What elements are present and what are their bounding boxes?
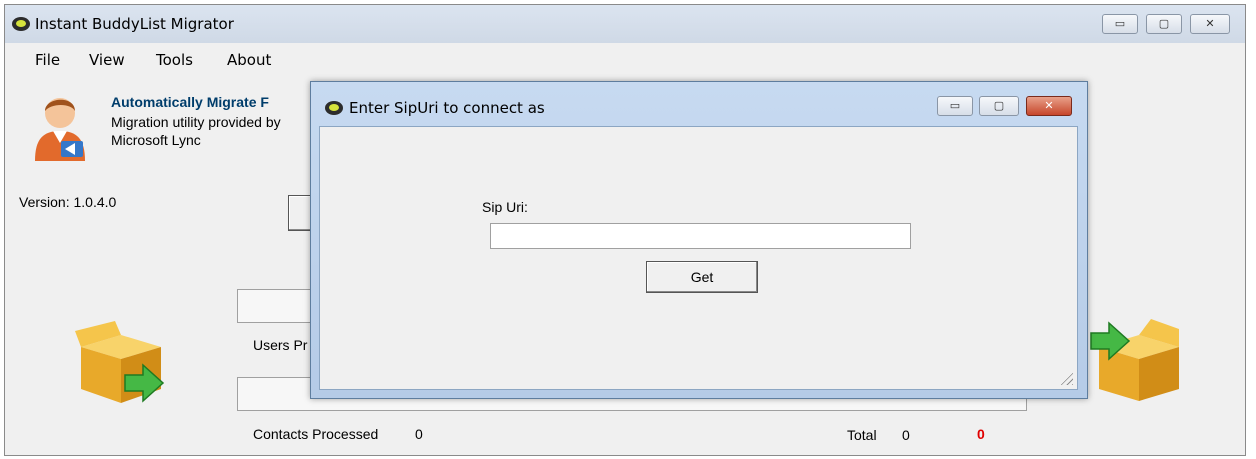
sipuri-dialog: Enter SipUri to connect as ▭ ▢ ✕ Sip Uri… (310, 81, 1088, 399)
contacts-processed-label: Contacts Processed (253, 426, 379, 442)
resize-grip[interactable] (1059, 371, 1073, 385)
total-value: 0 (902, 427, 910, 443)
menu-tools[interactable]: Tools (156, 51, 193, 69)
menu-bar: File View Tools About (5, 51, 1245, 77)
dialog-body: Sip Uri: Get (319, 126, 1078, 390)
box-import-icon (75, 321, 165, 403)
title-bar: Instant BuddyList Migrator ▭ ▢ ✕ (5, 5, 1245, 43)
dialog-maximize-button[interactable]: ▢ (979, 96, 1019, 116)
users-progress-bar (237, 289, 317, 323)
header-description-line2: Microsoft Lync (111, 132, 201, 148)
maximize-button[interactable]: ▢ (1146, 14, 1182, 34)
dialog-minimize-button[interactable]: ▭ (937, 96, 973, 116)
menu-file[interactable]: File (35, 51, 60, 69)
error-count: 0 (977, 426, 985, 442)
menu-about[interactable]: About (227, 51, 271, 69)
header-description-line1: Migration utility provided by (111, 114, 281, 130)
user-icon (35, 98, 85, 161)
close-button[interactable]: ✕ (1190, 14, 1230, 34)
total-label: Total (847, 427, 877, 443)
users-processed-label: Users Pr (253, 337, 308, 353)
sip-uri-label: Sip Uri: (482, 199, 528, 215)
contacts-processed-value: 0 (415, 426, 423, 442)
dialog-app-icon (325, 101, 343, 115)
menu-view[interactable]: View (89, 51, 125, 69)
header-title: Automatically Migrate F (111, 94, 269, 110)
dialog-title: Enter SipUri to connect as (349, 99, 545, 117)
window-title: Instant BuddyList Migrator (35, 15, 234, 33)
get-button[interactable]: Get (646, 261, 758, 293)
app-icon (12, 17, 30, 31)
sip-uri-input[interactable] (490, 223, 911, 249)
version-label: Version: 1.0.4.0 (19, 194, 117, 210)
box-export-icon (1090, 319, 1179, 401)
minimize-button[interactable]: ▭ (1102, 14, 1138, 34)
dialog-close-button[interactable]: ✕ (1026, 96, 1072, 116)
